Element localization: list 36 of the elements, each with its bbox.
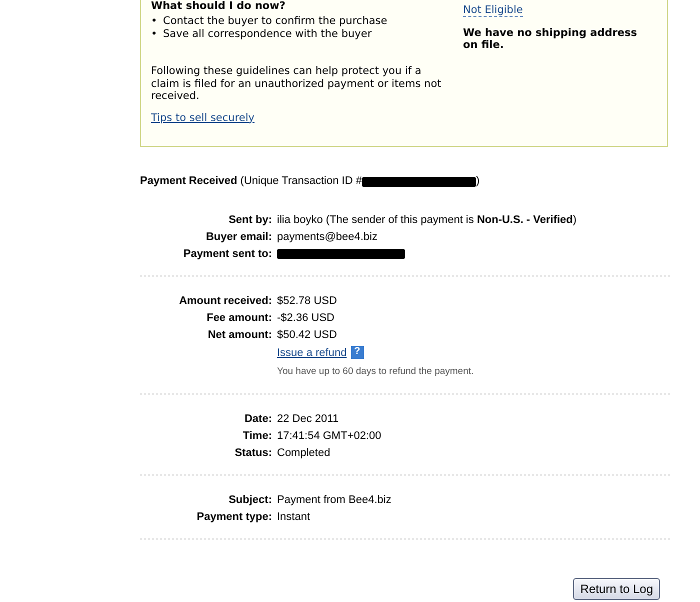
field-value: -$2.36 USD <box>277 310 334 325</box>
shipping-note: We have no shipping address on file. <box>463 26 638 52</box>
guidance-text: Following these guidelines can help protect you if a claim is filed for an unauthorized payment or items not received. <box>151 65 442 102</box>
field-value: Completed <box>277 446 330 460</box>
field-label: Payment type: <box>196 510 273 524</box>
field-label: Time: <box>242 428 273 443</box>
section-heading: What should I do now? <box>151 0 286 13</box>
field-value: 17:41:54 GMT+02:00 <box>277 428 382 443</box>
tips-link[interactable]: Tips to sell securely <box>151 112 254 124</box>
list-item: Contact the buyer to confirm the purchase <box>163 15 388 28</box>
field-value: payments@bee4.biz <box>277 230 378 244</box>
help-icon[interactable]: ? <box>350 346 364 359</box>
field-value: 22 Dec 2011 <box>277 412 339 426</box>
field-value: Instant <box>277 510 310 524</box>
field-label: Net amount: <box>206 328 273 342</box>
bullet-icon: • <box>151 15 163 28</box>
field-label: Sent by: <box>228 212 273 227</box>
field-label: Buyer email: <box>204 230 273 244</box>
field-label: Payment sent to: <box>182 246 273 261</box>
return-button[interactable]: Return to Log <box>573 578 660 600</box>
list-item: Save all correspondence with the buyer <box>163 28 372 41</box>
field-label: Subject: <box>228 492 273 507</box>
bracket-text: ) <box>476 174 480 190</box>
refund-note: You have up to 60 days to refund the payment. <box>277 364 474 379</box>
refund-link[interactable]: Issue a refund <box>277 346 347 360</box>
field-value: Payment from Bee4.biz <box>277 492 392 507</box>
eligibility-link[interactable]: Not Eligible <box>463 4 523 17</box>
field-value: ilia boyko (The sender of this payment is Non-U.S. - Verified) <box>277 212 577 227</box>
field-value: $52.78 USD <box>277 294 337 308</box>
payment-title: Payment Received (Unique Transaction ID # <box>140 174 362 190</box>
field-label: Date: <box>243 412 273 426</box>
field-label: Fee amount: <box>206 310 273 325</box>
field-label: Status: <box>234 446 273 460</box>
bullet-icon: • <box>151 28 163 41</box>
field-value: $50.42 USD <box>277 328 337 342</box>
field-label: Amount received: <box>178 294 273 308</box>
